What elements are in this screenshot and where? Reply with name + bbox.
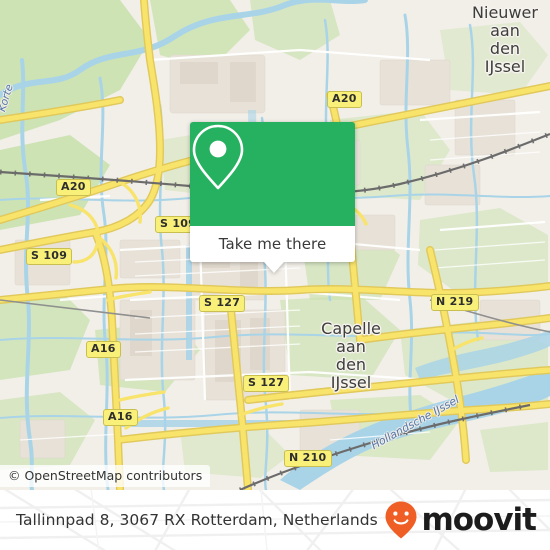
moovit-smiley-pin-icon [385, 501, 417, 539]
popup-header [190, 122, 355, 226]
moovit-wordmark: moovit [421, 501, 537, 538]
map-screenshot: Nieuwer aan den IJssel Capelle aan den IJssel … [0, 0, 550, 550]
moovit-logo[interactable]: moovit [384, 500, 537, 540]
map-canvas[interactable]: Nieuwer aan den IJssel Capelle aan den IJssel … [0, 0, 550, 490]
footer-bar: Tallinnpad 8, 3067 RX Rotterdam, Netherl… [0, 490, 550, 550]
map-attribution[interactable]: © OpenStreetMap contributors [0, 465, 211, 487]
popup-tail [264, 262, 284, 273]
map-pin-icon [192, 124, 244, 190]
location-popup[interactable]: Take me there [190, 122, 355, 273]
take-me-there-button[interactable]: Take me there [219, 235, 327, 253]
popup-footer[interactable]: Take me there [190, 226, 355, 273]
address-text: Tallinnpad 8, 3067 RX Rotterdam, Netherl… [16, 511, 378, 529]
footer-content: Tallinnpad 8, 3067 RX Rotterdam, Netherl… [0, 490, 550, 550]
